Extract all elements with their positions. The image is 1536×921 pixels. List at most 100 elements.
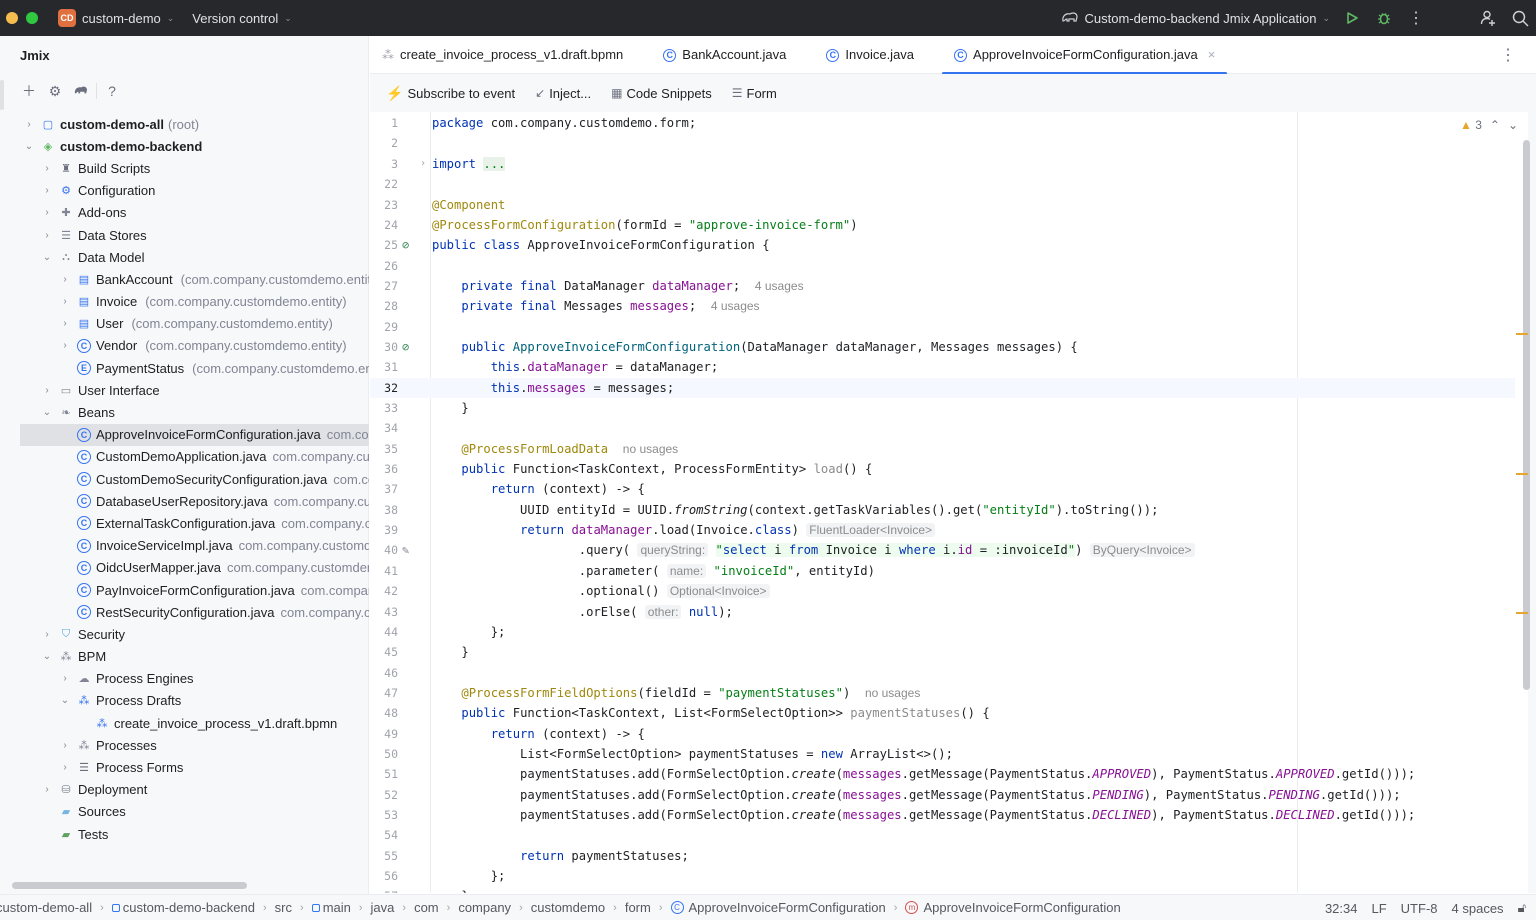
tree-item[interactable]: › C Vendor (com.company.customdemo.entity): [0, 335, 369, 357]
code-line[interactable]: 43 .orElse( other: null);: [370, 601, 1515, 621]
warning-marker[interactable]: [1516, 333, 1528, 335]
tree-item[interactable]: ▰ Sources: [0, 801, 369, 823]
code-line[interactable]: 50 List<FormSelectOption> paymentStatuse…: [370, 744, 1515, 764]
code-line[interactable]: 45 }: [370, 642, 1515, 662]
tree-item[interactable]: ⌄ ⛬ Data Model: [0, 246, 369, 268]
warning-marker[interactable]: [1516, 612, 1528, 614]
tree-item[interactable]: ⌄ ⁂ Process Drafts: [0, 690, 369, 712]
inject-button[interactable]: ↙ Inject...: [535, 86, 591, 101]
tree-item[interactable]: › ☁ Process Engines: [0, 668, 369, 690]
code-line[interactable]: 24 @ProcessFormConfiguration(formId = "ap…: [370, 215, 1515, 235]
code-line[interactable]: 53 paymentStatuses.add(FormSelectOption.…: [370, 805, 1515, 825]
inspection-widget[interactable]: ▲ 3 ⌃ ⌄: [1460, 118, 1518, 132]
tree-item[interactable]: ⁂ create_invoice_process_v1.draft.bpmn: [0, 712, 369, 734]
code-line[interactable]: 22: [370, 174, 1515, 194]
tree-item[interactable]: C OidcUserMapper.java com.company.customde…: [0, 557, 369, 579]
chevron-right-icon[interactable]: ›: [58, 340, 72, 351]
tree-item[interactable]: C CustomDemoSecurityConfiguration.java com…: [0, 468, 369, 490]
tree-item[interactable]: › ♜ Build Scripts: [0, 157, 369, 179]
edit-pencil-icon[interactable]: ✎: [402, 543, 409, 557]
code-line[interactable]: 55 return paymentStatuses;: [370, 846, 1515, 866]
code-line[interactable]: 34: [370, 418, 1515, 438]
code-snippets-button[interactable]: ▦ Code Snippets: [611, 86, 712, 101]
spring-bean-gutter-icon[interactable]: ⊘: [402, 238, 409, 252]
breadcrumb-item[interactable]: com: [414, 900, 439, 915]
chevron-right-icon[interactable]: ›: [58, 318, 72, 329]
code-line[interactable]: 47 @ProcessFormFieldOptions(fieldId = "p…: [370, 683, 1515, 703]
editor-tab[interactable]: C Invoice.java: [814, 36, 926, 74]
tree-item[interactable]: › ▢ custom-demo-all (root): [0, 113, 369, 135]
code-line[interactable]: 26: [370, 255, 1515, 275]
tree-item[interactable]: ⌄ ⁂ BPM: [0, 646, 369, 668]
code-line[interactable]: 30 ⊘ public ApproveInvoiceFormConfigurati…: [370, 337, 1515, 357]
code-line[interactable]: 51 paymentStatuses.add(FormSelectOption.…: [370, 764, 1515, 784]
tree-item[interactable]: C ExternalTaskConfiguration.java com.compa…: [0, 512, 369, 534]
tree-item[interactable]: C InvoiceServiceImpl.java com.company.cust…: [0, 535, 369, 557]
chevron-right-icon[interactable]: ›: [22, 119, 36, 130]
breadcrumb-item[interactable]: C ApproveInvoiceFormConfiguration: [670, 900, 886, 915]
code-line[interactable]: 31 this.dataManager = dataManager;: [370, 357, 1515, 377]
editor-tab[interactable]: ⁂ create_invoice_process_v1.draft.bpmn: [370, 36, 635, 74]
gradle-icon[interactable]: [70, 83, 92, 99]
line-separator[interactable]: LF: [1372, 901, 1387, 916]
breadcrumb-item[interactable]: src: [275, 900, 292, 915]
code-line[interactable]: 3 › import ...: [370, 154, 1515, 174]
spring-bean-gutter-icon[interactable]: ⊘: [402, 340, 409, 354]
window-minimize-button[interactable]: [6, 12, 18, 24]
code-line[interactable]: 32 this.messages = messages;: [370, 377, 1515, 398]
tree-item[interactable]: › ⛁ Deployment: [0, 779, 369, 801]
help-icon[interactable]: ?: [101, 83, 123, 99]
code-line[interactable]: 36 public Function<TaskContext, ProcessF…: [370, 459, 1515, 479]
chevron-right-icon[interactable]: ›: [40, 163, 54, 174]
chevron-right-icon[interactable]: ›: [40, 629, 54, 640]
horizontal-scrollbar[interactable]: [12, 882, 247, 889]
tree-item[interactable]: E PaymentStatus (com.company.customdemo.en…: [0, 357, 369, 379]
tree-item[interactable]: › ▤ User (com.company.customdemo.entity): [0, 313, 369, 335]
code-line[interactable]: 40 ✎ .query( queryString: "select i from …: [370, 540, 1515, 560]
code-line[interactable]: 28 private final Messages messages; 4 us…: [370, 296, 1515, 316]
chevron-right-icon[interactable]: ›: [58, 296, 72, 307]
code-line[interactable]: 54: [370, 825, 1515, 845]
code-line[interactable]: 37 return (context) -> {: [370, 479, 1515, 499]
code-line[interactable]: 33 }: [370, 398, 1515, 418]
previous-highlight-icon[interactable]: ⌃: [1490, 118, 1500, 132]
chevron-down-icon[interactable]: ⌄: [40, 252, 54, 263]
file-encoding[interactable]: UTF-8: [1401, 901, 1438, 916]
chevron-right-icon[interactable]: ›: [58, 740, 72, 751]
tree-item[interactable]: C RestSecurityConfiguration.java com.compa…: [0, 601, 369, 623]
code-line[interactable]: 56 };: [370, 866, 1515, 886]
tree-item[interactable]: ▰ Tests: [0, 823, 369, 845]
tree-item[interactable]: › ⛉ Security: [0, 623, 369, 645]
vertical-scrollbar[interactable]: [1523, 140, 1530, 690]
warning-marker[interactable]: [1516, 473, 1528, 475]
breadcrumb-item[interactable]: form: [625, 900, 651, 915]
next-highlight-icon[interactable]: ⌄: [1508, 118, 1518, 132]
subscribe-to-event-button[interactable]: ⚡ Subscribe to event: [386, 85, 515, 102]
run-configuration-selector[interactable]: Custom-demo-backend Jmix Application ⌄: [1055, 0, 1336, 36]
code-line[interactable]: 25 ⊘ public class ApproveInvoiceFormConfig…: [370, 235, 1515, 255]
code-line[interactable]: 42 .optional() Optional<Invoice>: [370, 581, 1515, 601]
chevron-right-icon[interactable]: ›: [40, 385, 54, 396]
chevron-down-icon[interactable]: ⌄: [58, 695, 72, 706]
tree-item[interactable]: › ▤ Invoice (com.company.customdemo.entity): [0, 291, 369, 313]
fold-chevron-icon[interactable]: ›: [420, 158, 426, 169]
chevron-down-icon[interactable]: ⌄: [40, 407, 54, 418]
tree-item[interactable]: › ☰ Data Stores: [0, 224, 369, 246]
chevron-right-icon[interactable]: ›: [40, 230, 54, 241]
editor-tab[interactable]: C BankAccount.java: [651, 36, 798, 74]
chevron-right-icon[interactable]: ›: [40, 185, 54, 196]
editor-tab[interactable]: C ApproveInvoiceFormConfiguration.java ×: [942, 36, 1228, 75]
warning-count[interactable]: ▲ 3: [1460, 118, 1482, 132]
chevron-right-icon[interactable]: ›: [40, 207, 54, 218]
tree-item[interactable]: C PayInvoiceFormConfiguration.java com.com…: [0, 579, 369, 601]
chevron-right-icon[interactable]: ›: [40, 784, 54, 795]
settings-gear-icon[interactable]: ⚙: [44, 83, 66, 100]
code-line[interactable]: 29: [370, 317, 1515, 337]
tree-item[interactable]: C CustomDemoApplication.java com.company.c…: [0, 446, 369, 468]
tree-item[interactable]: › ✚ Add-ons: [0, 202, 369, 224]
tabs-more-button[interactable]: ⋮: [1500, 36, 1516, 74]
breadcrumb-item[interactable]: custom-demo-backend: [111, 900, 255, 915]
code-line[interactable]: 44 };: [370, 622, 1515, 642]
breadcrumb-item[interactable]: m ApproveInvoiceFormConfiguration: [905, 900, 1121, 915]
code-line[interactable]: 49 return (context) -> {: [370, 724, 1515, 744]
